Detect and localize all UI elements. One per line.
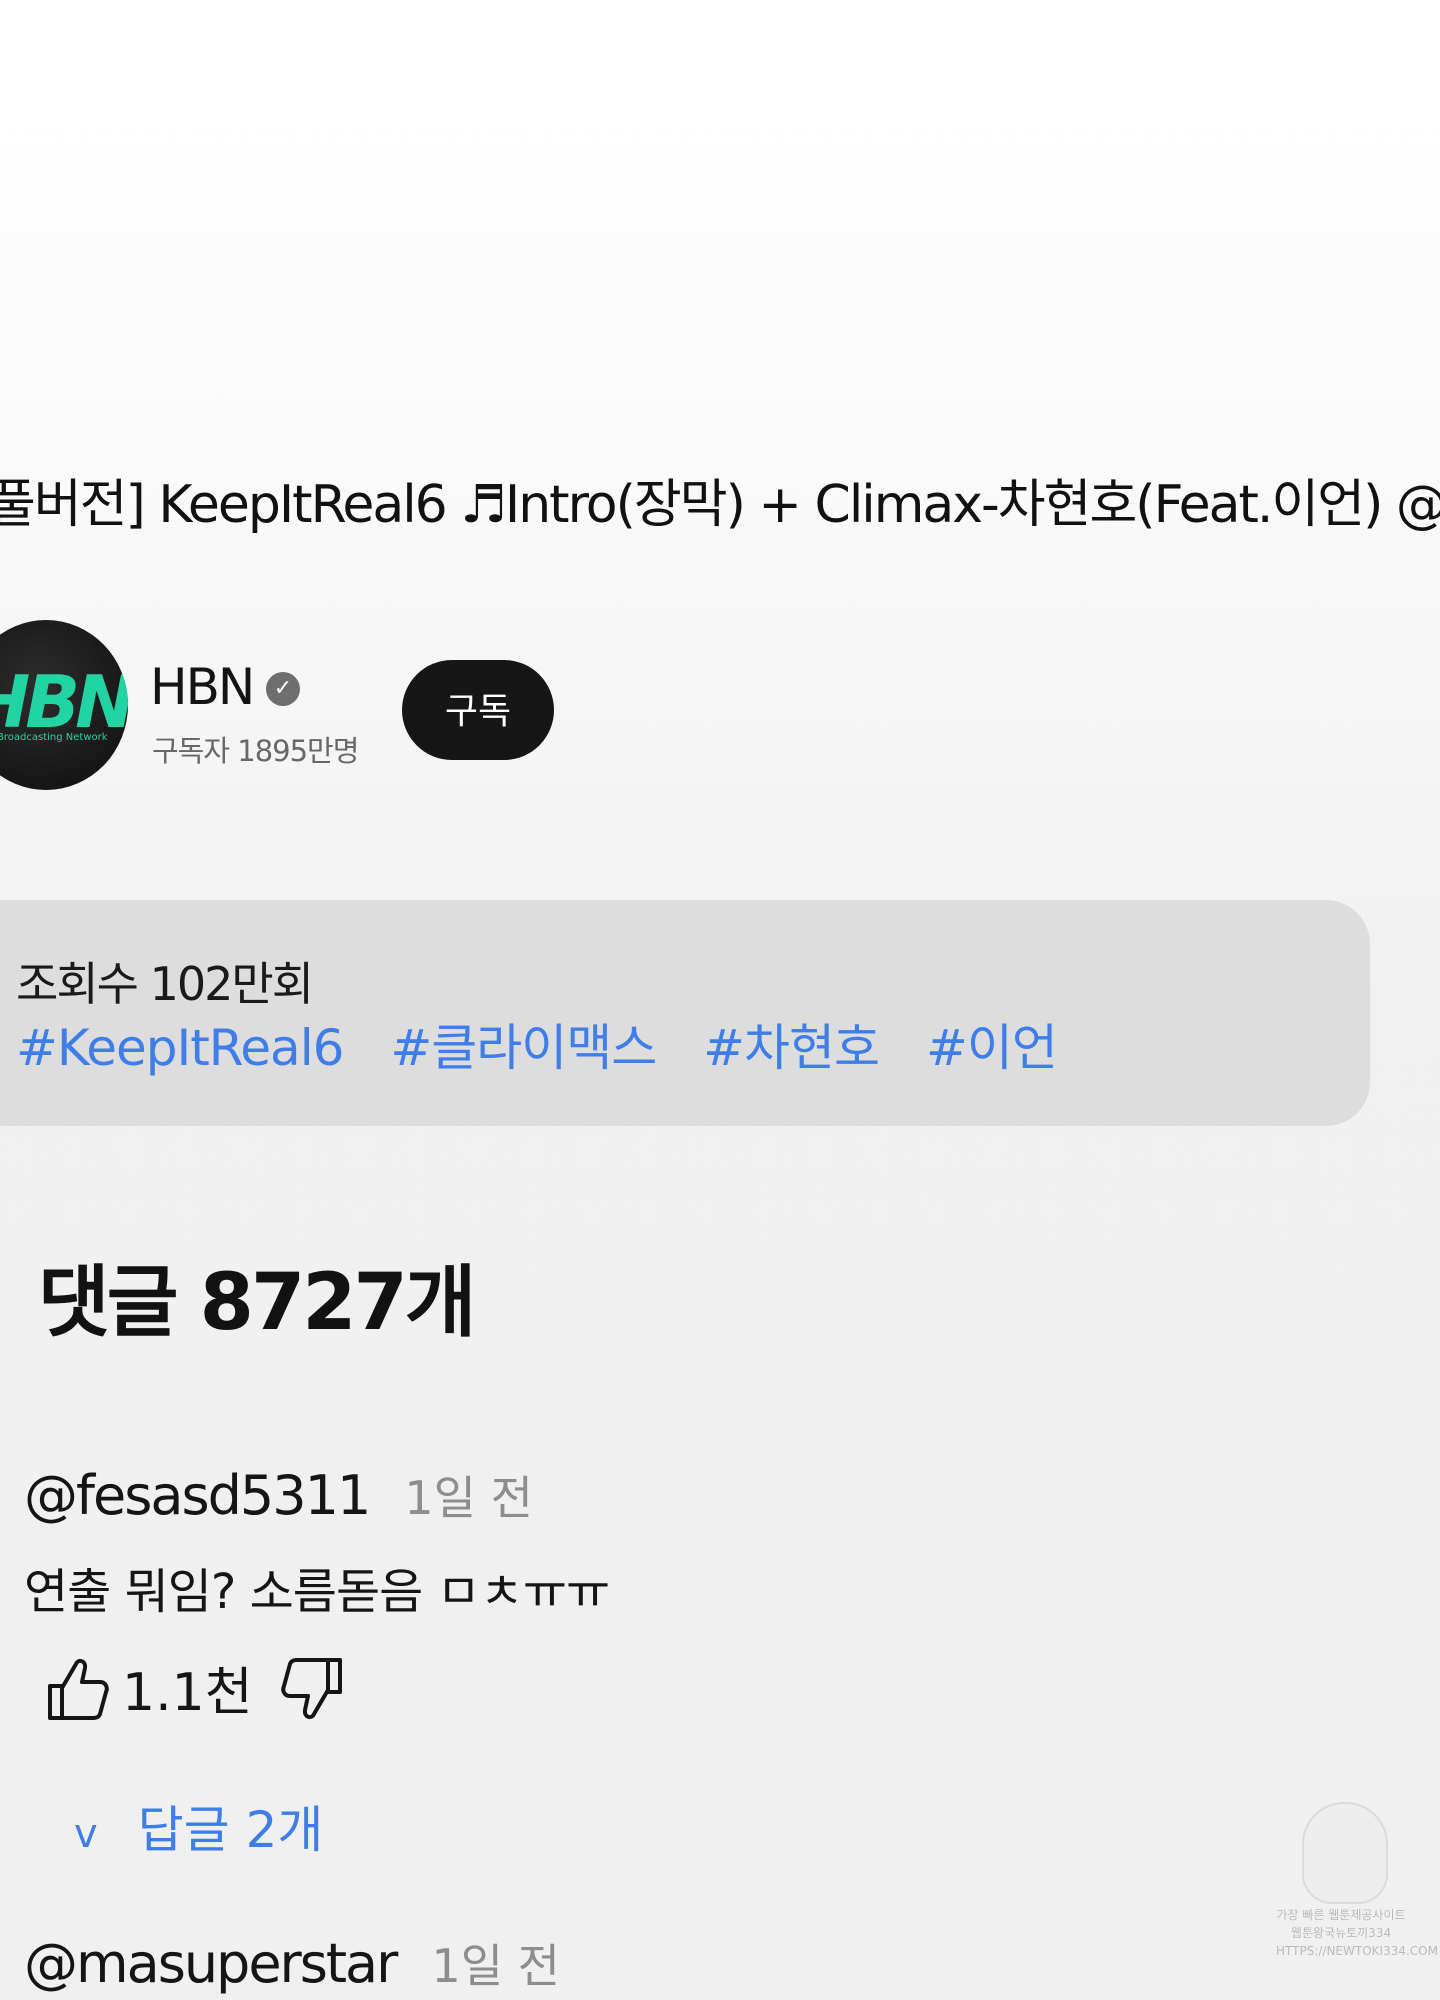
comment-text: 연출 뭐임? 소름돋음 ㅁㅊㅠㅠ <box>24 1564 610 1620</box>
chevron-down-icon: v <box>74 1811 98 1857</box>
comment-time: 1일 전 <box>404 1471 533 1525</box>
like-count: 1.1천 <box>122 1663 253 1723</box>
comment-item: @fesasd5311 1일 전 연출 뭐임? 소름돋음 ㅁㅊㅠㅠ 1.1천 v… <box>24 1462 610 1859</box>
comment-author[interactable]: @fesasd5311 <box>24 1464 371 1527</box>
comments-title: 댓글 8727개 <box>38 1258 477 1348</box>
hashtag-link[interactable]: #클라이맥스 <box>390 1019 657 1077</box>
comment-time: 1일 전 <box>431 1939 560 1993</box>
watermark-text: 가장 빠른 웹툰제공사이트 웹툰왕국뉴토끼334 HTTPS://NEWTOKI… <box>1276 1908 1438 1958</box>
thumbs-up-icon[interactable] <box>42 1654 112 1724</box>
comment-item: @masuperstar 1일 전 <box>24 1930 560 1996</box>
subscriber-count: 구독자 1895만명 <box>152 734 359 768</box>
comment-author[interactable]: @masuperstar <box>24 1932 398 1995</box>
channel-name[interactable]: HBN <box>150 658 255 716</box>
hashtag-link[interactable]: #이언 <box>926 1019 1058 1077</box>
thumbs-down-icon[interactable] <box>278 1654 348 1724</box>
replies-toggle[interactable]: v 답글 2개 <box>74 1790 323 1862</box>
avatar-subtext: HBN Broadcasting Network <box>0 732 108 743</box>
description-box[interactable]: 조회수 102만회 #KeepItReal6 #클라이맥스 #차현호 #이언 <box>0 900 1370 1126</box>
verified-check-icon: ✓ <box>266 672 300 706</box>
view-count: 조회수 102만회 <box>16 957 314 1011</box>
replies-count: 답글 2개 <box>137 1801 324 1859</box>
subscribe-button[interactable]: 구독 <box>402 660 554 760</box>
watermark-mascot-icon <box>1302 1802 1388 1904</box>
video-title[interactable]: 풀버전] KeepItReal6 ♬Intro(장막) + Climax-차현호… <box>0 462 1440 537</box>
hashtag-link[interactable]: #KeepItReal6 <box>16 1019 344 1077</box>
site-watermark: 가장 빠른 웹툰제공사이트 웹툰왕국뉴토끼334 HTTPS://NEWTOKI… <box>1276 1802 1438 1982</box>
channel-avatar[interactable]: HBN HBN Broadcasting Network <box>0 620 128 790</box>
hashtag-list: #KeepItReal6 #클라이맥스 #차현호 #이언 <box>16 1008 1089 1080</box>
hashtag-link[interactable]: #차현호 <box>703 1019 880 1077</box>
